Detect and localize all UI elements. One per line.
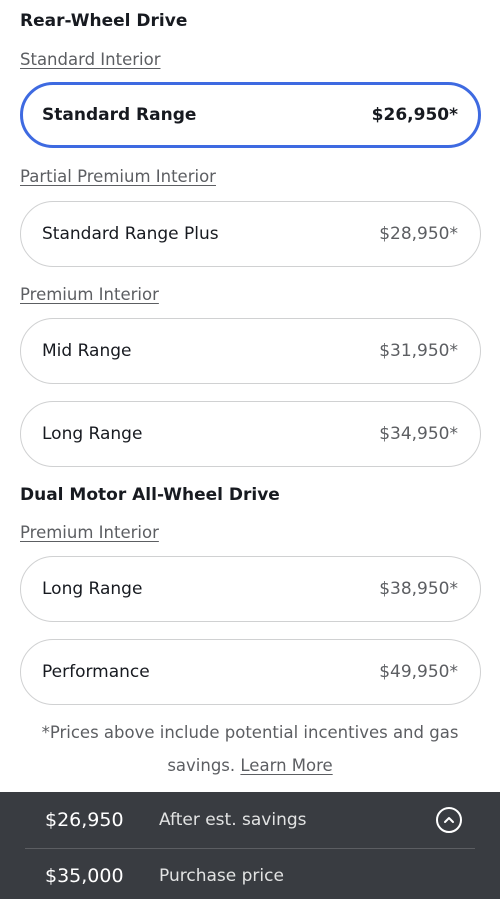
purchase-price-amount: $35,000 (45, 864, 124, 887)
section-title-rwd: Rear-Wheel Drive (20, 11, 188, 31)
chevron-up-circle-icon[interactable] (436, 807, 462, 833)
option-name: Performance (42, 662, 150, 682)
option-price: $34,950* (379, 424, 458, 444)
standard-interior-link[interactable]: Standard Interior (20, 50, 161, 69)
option-price: $49,950* (379, 662, 458, 682)
after-savings-label: After est. savings (159, 810, 307, 830)
option-standard-range[interactable]: Standard Range $26,950* (20, 82, 481, 148)
option-price: $31,950* (379, 341, 458, 361)
option-price: $28,950* (379, 224, 458, 244)
purchase-price-label: Purchase price (159, 865, 284, 886)
premium-interior-link[interactable]: Premium Interior (20, 285, 159, 304)
option-mid-range[interactable]: Mid Range $31,950* (20, 318, 481, 384)
option-long-range-rwd[interactable]: Long Range $34,950* (20, 401, 481, 467)
after-savings-row[interactable]: $26,950 After est. savings (25, 793, 475, 847)
after-savings-amount: $26,950 (45, 809, 124, 831)
option-standard-range-plus[interactable]: Standard Range Plus $28,950* (20, 201, 481, 267)
option-long-range-awd[interactable]: Long Range $38,950* (20, 556, 481, 622)
price-summary-bar: $26,950 After est. savings $35,000 Purch… (0, 792, 500, 899)
option-name: Long Range (42, 424, 143, 444)
option-name: Standard Range (42, 105, 197, 125)
option-performance[interactable]: Performance $49,950* (20, 639, 481, 705)
partial-premium-interior-link[interactable]: Partial Premium Interior (20, 167, 216, 186)
learn-more-link[interactable]: Learn More (240, 756, 332, 775)
option-name: Standard Range Plus (42, 224, 219, 244)
premium-interior-link-awd[interactable]: Premium Interior (20, 523, 159, 542)
price-footnote: *Prices above include potential incentiv… (10, 716, 490, 782)
purchase-price-row: $35,000 Purchase price (25, 848, 475, 899)
option-price: $38,950* (379, 579, 458, 599)
option-name: Long Range (42, 579, 143, 599)
option-name: Mid Range (42, 341, 132, 361)
section-title-awd: Dual Motor All-Wheel Drive (20, 485, 280, 505)
option-price: $26,950* (371, 105, 458, 125)
